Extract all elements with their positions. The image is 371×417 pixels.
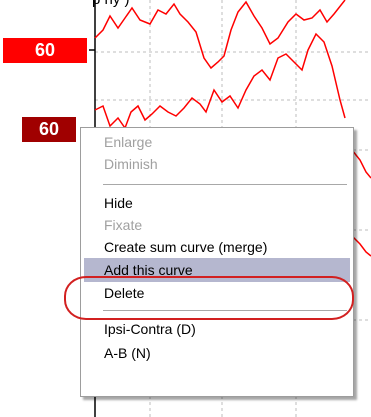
- menu-item-delete[interactable]: Delete: [84, 282, 350, 304]
- menu-item-fixate: Fixate: [104, 217, 143, 233]
- menu-item-add-this-curve[interactable]: Add this curve: [84, 258, 350, 282]
- menu-item-a-b[interactable]: A-B (N): [84, 342, 350, 364]
- menu-separator: [103, 310, 347, 311]
- menu-item-diminish: Diminish: [104, 156, 158, 172]
- menu-item-enlarge: Enlarge: [104, 134, 153, 150]
- waveform-curve-4[interactable]: [351, 235, 371, 257]
- menu-item-create-sum-curve[interactable]: Create sum curve (merge): [84, 236, 350, 258]
- waveform-curve-3[interactable]: [351, 149, 371, 179]
- plot-title-fragment: p ny ): [92, 0, 130, 8]
- waveform-curve-2[interactable]: [94, 32, 346, 130]
- level-label-60[interactable]: 60: [3, 38, 87, 63]
- level-label-60-selected[interactable]: 60: [22, 117, 76, 142]
- menu-item-hide[interactable]: Hide: [84, 192, 350, 214]
- waveform-curve-1[interactable]: [94, 0, 346, 70]
- context-menu: Enlarge Diminish Hide Fixate Create sum …: [80, 127, 354, 397]
- menu-separator: [103, 184, 347, 185]
- menu-item-ipsi-contra[interactable]: Ipsi-Contra (D): [84, 318, 350, 340]
